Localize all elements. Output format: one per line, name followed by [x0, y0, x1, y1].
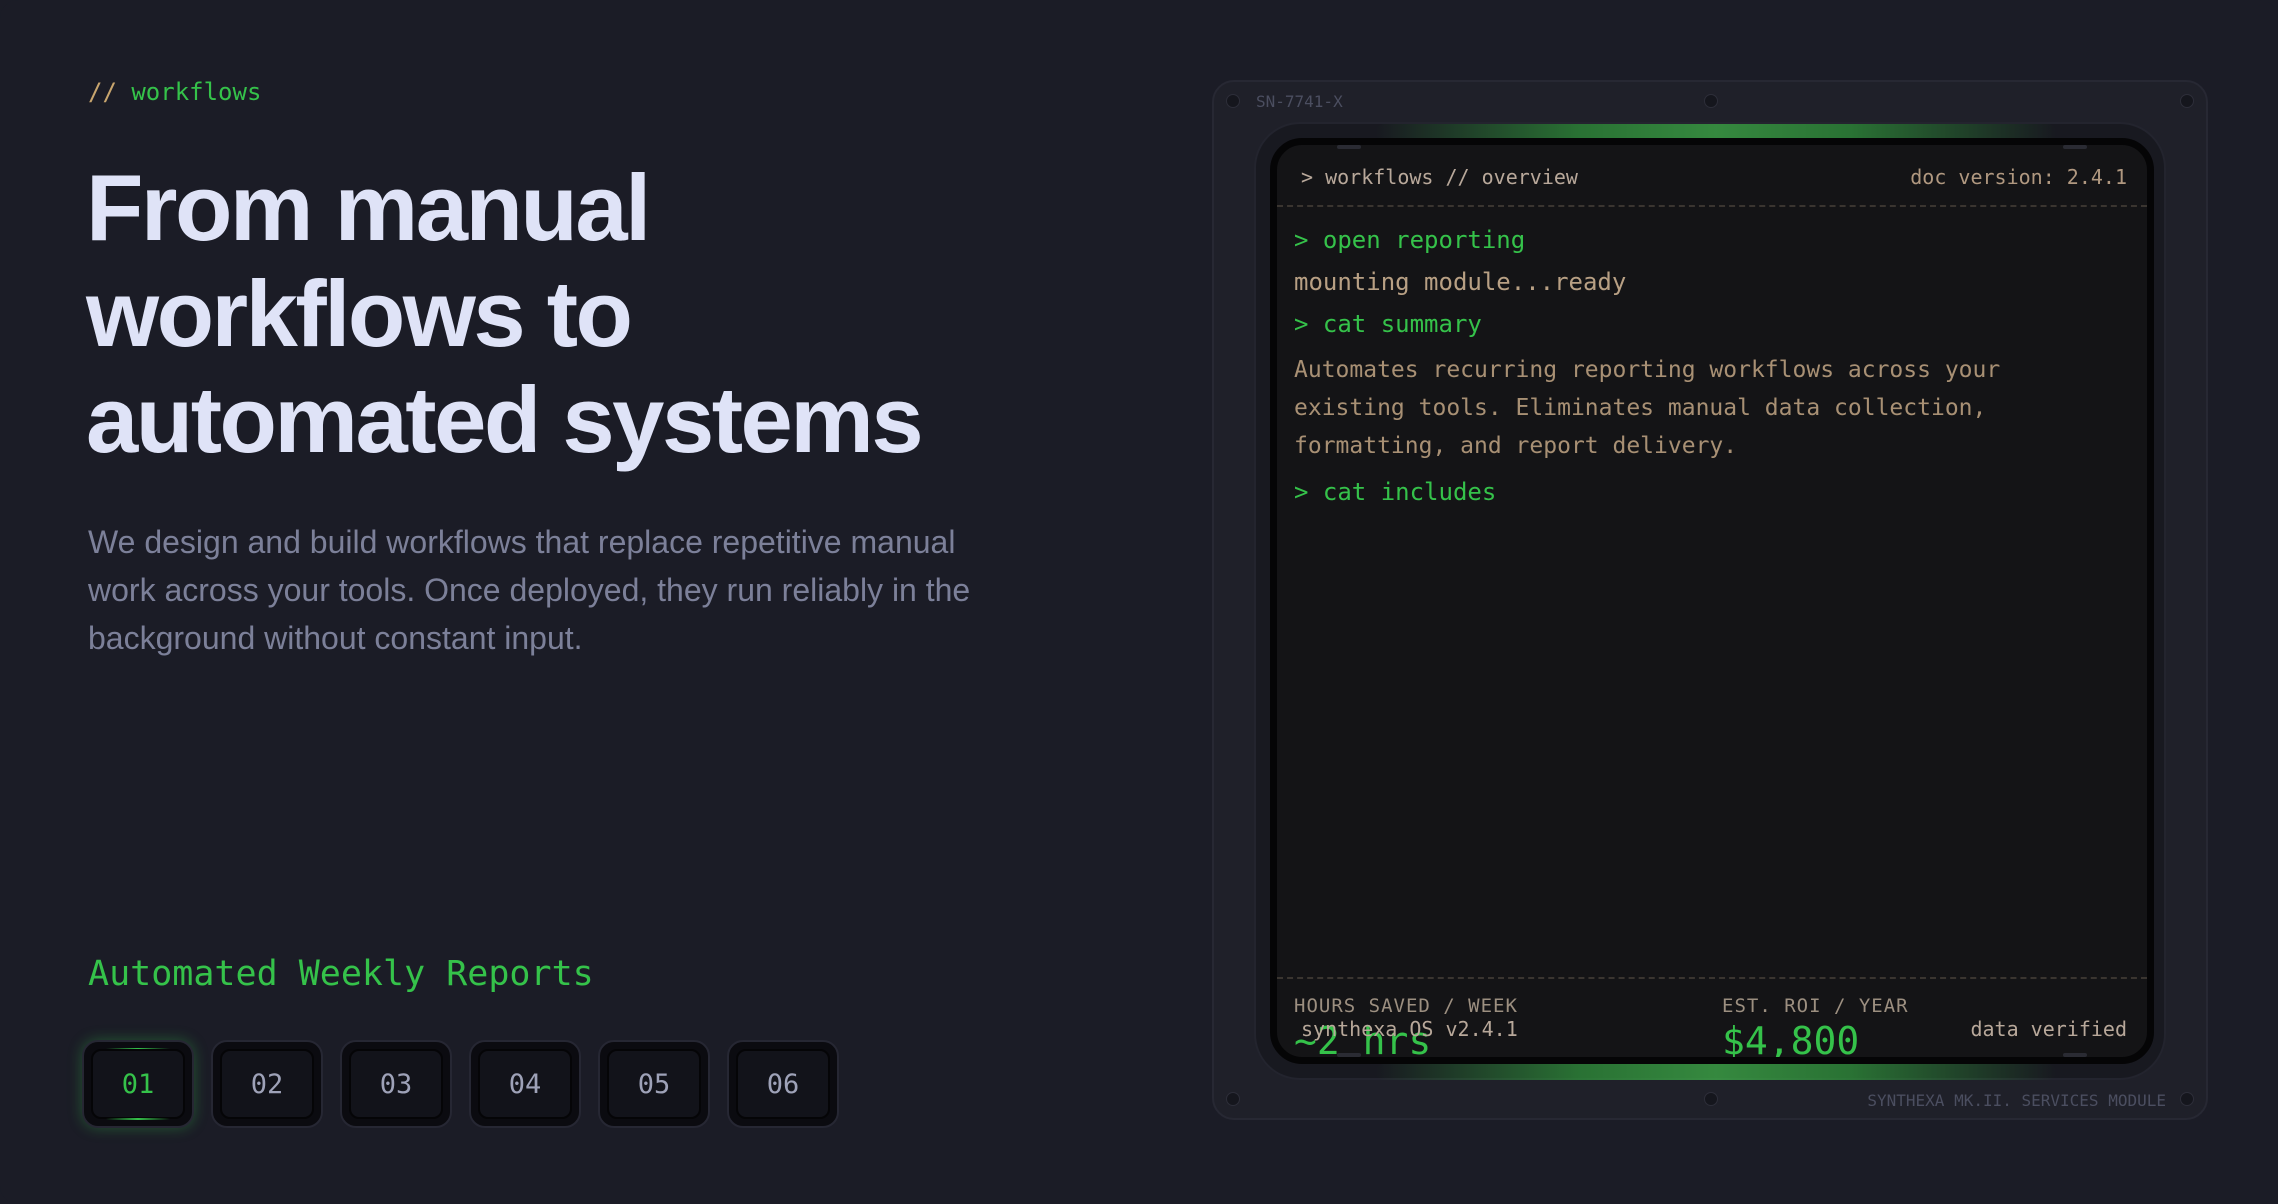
stat-label: EST. ROI / YEAR: [1722, 995, 1909, 1017]
headline-line-2: workflows to: [86, 261, 633, 366]
step-button-05[interactable]: 05: [598, 1040, 710, 1128]
summary-line-3: formatting, and report delivery.: [1294, 433, 1738, 459]
stat-label: HOURS SAVED / WEEK: [1294, 995, 1518, 1017]
step-number: 05: [637, 1068, 671, 1100]
step-button-04[interactable]: 04: [469, 1040, 581, 1128]
summary-line-2: existing tools. Eliminates manual data c…: [1294, 395, 1987, 421]
page: // workflows From manual workflows to au…: [0, 0, 2278, 1204]
device-serial: SN-7741-X: [1256, 92, 1343, 111]
description-line-2: work across your tools. Once deployed, t…: [88, 572, 971, 608]
stat-roi: EST. ROI / YEAR $4,800: [1722, 995, 1909, 1063]
screw-icon: [2180, 1092, 2194, 1106]
device-panel: SN-7741-X SYNTHEXA MK.II. SERVICES MODUL…: [1212, 80, 2208, 1120]
step-button-03[interactable]: 03: [340, 1040, 452, 1128]
stat-value: $4,800: [1722, 1019, 1860, 1063]
service-title: Automated Weekly Reports: [88, 954, 594, 994]
screw-icon: [1226, 94, 1240, 108]
screen-glow-bottom: [1376, 1064, 2056, 1080]
headline-line-3: automated systems: [86, 367, 924, 472]
step-button-02[interactable]: 02: [211, 1040, 323, 1128]
page-title: From manual workflows to automated syste…: [86, 155, 1086, 473]
step-number: 04: [508, 1068, 542, 1100]
terminal-path: > workflows // overview: [1301, 165, 1578, 189]
device-module-label: SYNTHEXA MK.II. SERVICES MODULE: [1867, 1091, 2166, 1110]
headline-line-1: From manual: [86, 155, 651, 260]
step-button-01[interactable]: 01: [82, 1040, 194, 1128]
terminal-header: > workflows // overview doc version: 2.4…: [1277, 145, 2147, 207]
terminal-console: > open reporting mounting module...ready…: [1294, 225, 2134, 519]
console-output: mounting module...ready: [1294, 268, 1627, 296]
step-number: 06: [766, 1068, 800, 1100]
step-number: 03: [379, 1068, 413, 1100]
summary-line-1: Automates recurring reporting workflows …: [1294, 357, 2001, 383]
section-eyebrow: // workflows: [88, 78, 261, 106]
console-summary: Automates recurring reporting workflows …: [1294, 351, 2134, 465]
console-command: > cat includes: [1294, 478, 1497, 506]
eyebrow-prefix: //: [88, 78, 117, 106]
step-number: 01: [121, 1068, 155, 1100]
description-line-1: We design and build workflows that repla…: [88, 524, 956, 560]
os-version: synthexa OS v2.4.1: [1301, 1017, 1518, 1041]
screw-icon: [1704, 1092, 1718, 1106]
screw-icon: [1226, 1092, 1240, 1106]
console-command: > cat summary: [1294, 310, 1482, 338]
screw-icon: [1704, 94, 1718, 108]
eyebrow-label: workflows: [131, 78, 262, 106]
step-number: 02: [250, 1068, 284, 1100]
description-line-3: background without constant input.: [88, 620, 583, 656]
hero-description: We design and build workflows that repla…: [88, 518, 1068, 662]
terminal-screen: > workflows // overview doc version: 2.4…: [1270, 138, 2154, 1064]
data-status: data verified: [1970, 1017, 2127, 1041]
console-command: > open reporting: [1294, 226, 1526, 254]
doc-version: doc version: 2.4.1: [1910, 165, 2127, 189]
screw-icon: [2180, 94, 2194, 108]
service-step-selector: 01 02 03 04 05 06: [82, 1040, 839, 1128]
step-button-06[interactable]: 06: [727, 1040, 839, 1128]
